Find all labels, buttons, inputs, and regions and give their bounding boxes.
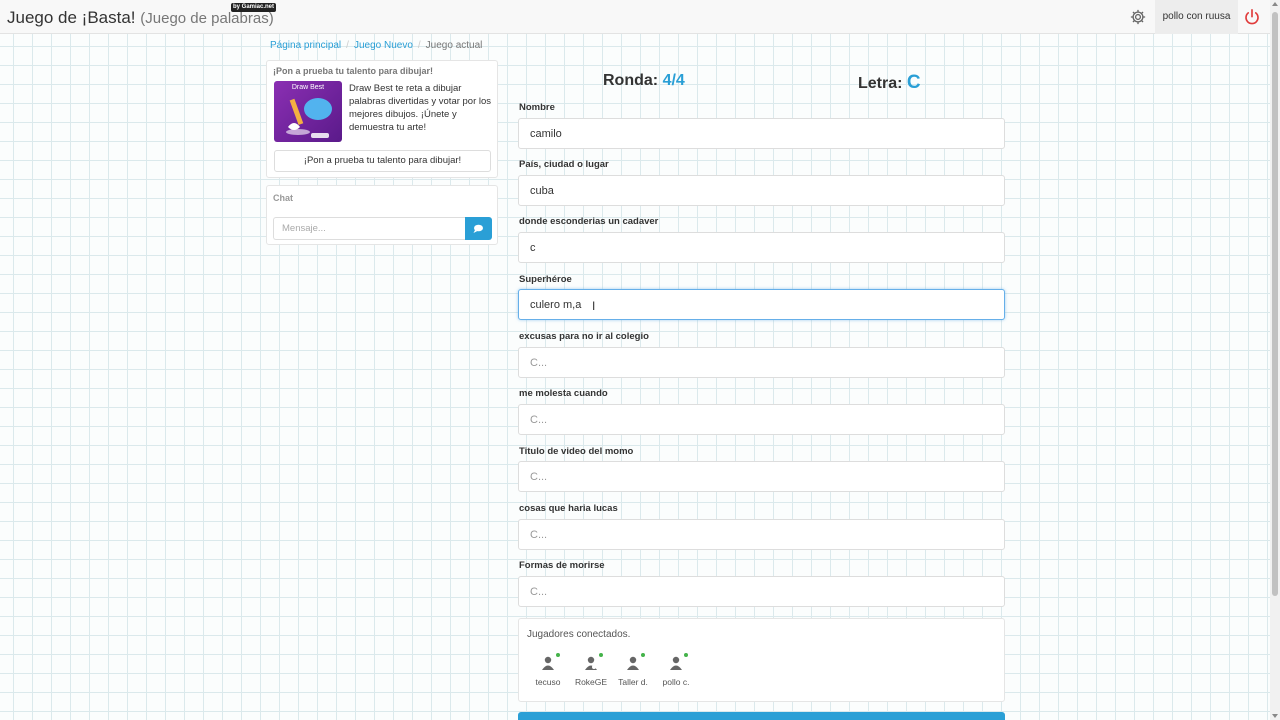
chat-panel: Chat xyxy=(266,185,498,245)
ad-title: ¡Pon a prueba tu talento para dibujar! xyxy=(273,66,434,76)
connected-players-panel: Jugadores conectados. tecuso RokeGE Tall… xyxy=(518,618,1005,702)
field-input-nombre[interactable] xyxy=(518,118,1005,149)
breadcrumb-new-game-link[interactable]: Juego Nuevo xyxy=(354,40,413,51)
player-name: tecuso xyxy=(535,677,561,687)
field-input-pais[interactable] xyxy=(518,175,1005,206)
field-label-superheroe: Superhéroe xyxy=(519,274,572,285)
online-status-dot xyxy=(556,653,560,657)
online-status-dot xyxy=(599,653,603,657)
players-title: Jugadores conectados. xyxy=(527,629,631,640)
user-avatar-icon xyxy=(625,653,645,671)
ad-description: Draw Best te reta a dibujar palabras div… xyxy=(349,83,492,133)
top-navbar: Juego de ¡Basta! (Juego de palabras) by … xyxy=(0,0,1270,34)
player-item[interactable]: pollo c. xyxy=(656,653,696,687)
text-cursor-icon: I xyxy=(592,299,596,313)
paintbrush-icon xyxy=(286,98,332,138)
field-label-cadaver: donde esconderias un cadaver xyxy=(519,216,659,227)
submit-button[interactable] xyxy=(518,712,1005,720)
field-label-pais: País, ciudad o lugar xyxy=(519,159,609,170)
online-status-dot xyxy=(641,653,645,657)
page-scrollbar[interactable] xyxy=(1270,0,1280,720)
scroll-up-arrow-icon[interactable] xyxy=(1272,2,1278,6)
round-value: 4/4 xyxy=(662,72,685,89)
field-label-formas-morirse: Formas de morirse xyxy=(519,560,605,571)
field-label-me-molesta: me molesta cuando xyxy=(519,388,608,399)
breadcrumb-home-link[interactable]: Página principal xyxy=(270,40,341,51)
user-menu[interactable]: pollo con ruusa xyxy=(1155,0,1238,34)
field-input-me-molesta[interactable] xyxy=(518,404,1005,435)
chat-message-input[interactable] xyxy=(273,217,465,240)
player-item[interactable]: Taller d. xyxy=(613,653,653,687)
field-label-nombre: Nombre xyxy=(519,102,555,113)
player-name: RokeGE xyxy=(574,677,608,687)
ad-cta-button[interactable]: ¡Pon a prueba tu talento para dibujar! xyxy=(274,150,491,172)
user-avatar-icon xyxy=(540,653,560,671)
scroll-down-arrow-icon[interactable] xyxy=(1272,714,1278,718)
field-input-cosas-lucas[interactable] xyxy=(518,519,1005,550)
app-title-subtitle: (Juego de palabras) xyxy=(140,10,274,27)
online-status-dot xyxy=(684,653,688,657)
draw-best-image[interactable]: Draw Best xyxy=(274,81,342,142)
player-item[interactable]: RokeGE xyxy=(571,653,611,687)
field-label-excusas: excusas para no ir al colegio xyxy=(519,331,649,342)
field-input-cadaver[interactable] xyxy=(518,232,1005,263)
player-name: pollo c. xyxy=(662,677,690,687)
field-input-excusas[interactable] xyxy=(518,347,1005,378)
player-name: Taller d. xyxy=(618,677,648,687)
letter-value: C xyxy=(906,72,921,93)
field-input-formas-morirse[interactable] xyxy=(518,576,1005,607)
user-avatar-icon xyxy=(668,653,688,671)
breadcrumb-current: Juego actual xyxy=(425,40,483,51)
field-input-titulo-video[interactable] xyxy=(518,461,1005,492)
round-indicator: Ronda: 4/4 xyxy=(603,72,685,90)
chat-bubble-icon xyxy=(473,224,483,233)
scrollbar-thumb[interactable] xyxy=(1272,12,1278,596)
breadcrumb-separator: / xyxy=(346,40,349,51)
ad-panel: ¡Pon a prueba tu talento para dibujar! D… xyxy=(266,60,498,178)
chat-title: Chat xyxy=(273,193,293,203)
letter-indicator: Letra: C xyxy=(858,72,921,94)
field-label-titulo-video: Titulo de video del momo xyxy=(519,446,634,457)
breadcrumb-separator: / xyxy=(417,40,421,51)
field-label-cosas-lucas: cosas que haria lucas xyxy=(519,503,618,514)
letter-label: Letra: xyxy=(858,75,903,92)
power-icon[interactable] xyxy=(1243,8,1261,26)
user-avatar-icon xyxy=(583,653,603,671)
round-label: Ronda: xyxy=(603,72,659,89)
chat-send-button[interactable] xyxy=(465,217,492,240)
gamiac-badge[interactable]: by Gamiac.net xyxy=(231,3,277,12)
breadcrumb: Página principal / Juego Nuevo / Juego actua… xyxy=(270,40,482,51)
gear-icon[interactable] xyxy=(1129,8,1147,26)
app-title-main: Juego de ¡Basta! xyxy=(7,8,136,27)
player-item[interactable]: tecuso xyxy=(528,653,568,687)
